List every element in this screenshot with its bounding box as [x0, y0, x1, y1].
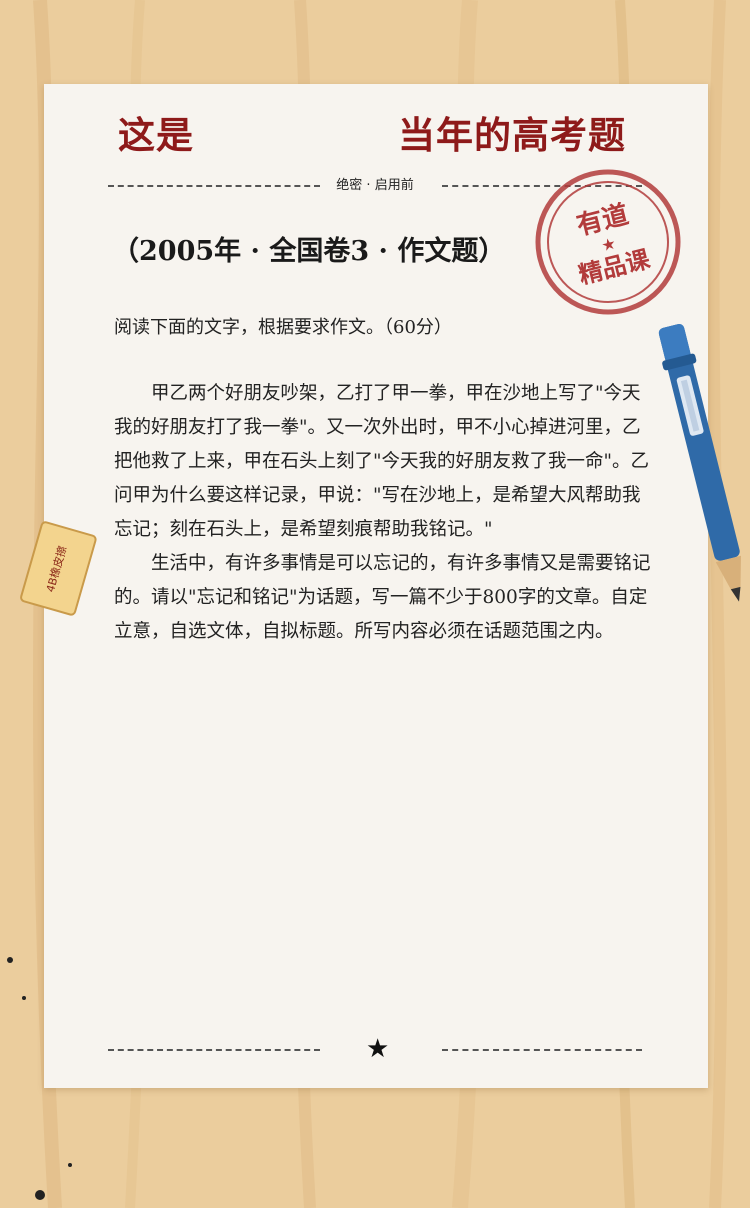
- eraser-icon: 4B橡皮擦: [20, 521, 97, 616]
- paragraph-requirement: 生活中，有许多事情是可以忘记的，有许多事情又是需要铭记的。请以"忘记和铭记"为话…: [114, 553, 651, 642]
- stamp-line1: 有道: [574, 199, 632, 242]
- stamp-seal: 有道 ★ 精品课: [535, 169, 681, 315]
- prompt-text: 阅读下面的文字，根据要求作文。（60分）: [114, 317, 452, 338]
- bottom-divider: ★: [108, 1034, 642, 1064]
- pen-icon: [658, 323, 741, 602]
- exam-title: （2005年 · 全国卷3 · 作文题）: [112, 236, 506, 267]
- bottom-dashed-left: [108, 1049, 320, 1051]
- header-left: 这是: [118, 113, 194, 157]
- paragraph-story: 甲乙两个好朋友吵架，乙打了甲一拳，甲在沙地上写了"今天我的好朋友打了我一拳"。又…: [114, 383, 650, 540]
- essay-body: 甲乙两个好朋友吵架，乙打了甲一拳，甲在沙地上写了"今天我的好朋友打了我一拳"。又…: [114, 377, 654, 649]
- header-right: 当年的高考题: [398, 113, 626, 157]
- bottom-dashed-right: [442, 1049, 642, 1051]
- star-icon: ★: [366, 1034, 390, 1064]
